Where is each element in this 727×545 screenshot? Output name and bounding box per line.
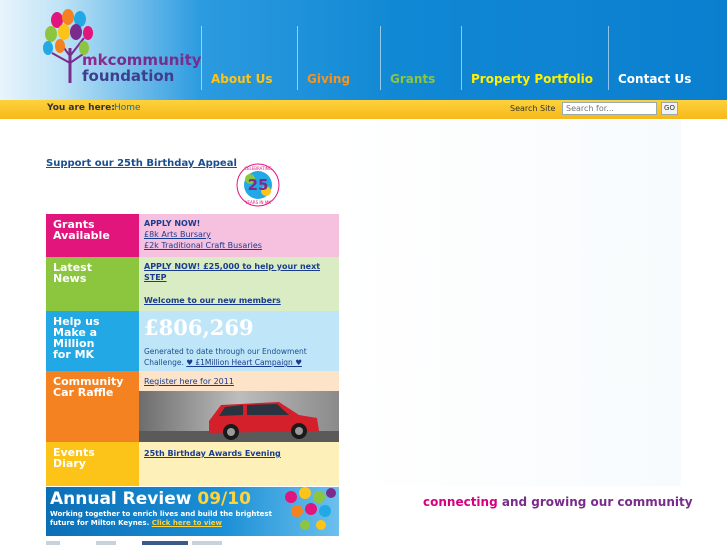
- news-step-link[interactable]: APPLY NOW! £25,000 to help your next STE…: [144, 261, 339, 283]
- endowment-amount: £806,269: [144, 315, 254, 340]
- nav-giving[interactable]: Giving: [297, 26, 380, 90]
- logo-text[interactable]: mkcommunity foundation: [82, 52, 202, 84]
- red-car-image-icon[interactable]: [139, 391, 339, 442]
- logo-line2: foundation: [82, 67, 175, 85]
- badge-text-bottom: YEARS IN MK: [244, 200, 271, 205]
- annual-review-line2: future for Milton Keynes.: [50, 519, 150, 527]
- nav-property-portfolio[interactable]: Property Portfolio: [461, 26, 608, 90]
- nav-about-us[interactable]: About Us: [201, 26, 297, 90]
- search-label: Search Site: [510, 104, 556, 113]
- bottom-partner-logos: [46, 541, 222, 545]
- grants-heading: APPLY NOW!: [144, 219, 201, 228]
- heart-campaign-link[interactable]: ♥ £1Million Heart Campaign ♥: [186, 358, 302, 367]
- 25th-birthday-badge-icon[interactable]: 25 CELEBRATING YEARS IN MK: [236, 163, 280, 207]
- search-go-button[interactable]: GO: [661, 102, 678, 115]
- make-a-million-tile[interactable]: Help us Make a Million for MK: [46, 311, 139, 371]
- grants-panel: APPLY NOW! £8k Arts Bursary £2k Traditio…: [139, 214, 339, 257]
- annual-review-line1: Working together to enrich lives and bui…: [50, 510, 272, 518]
- annual-review-banner[interactable]: Annual Review 09/10 Working together to …: [46, 487, 339, 536]
- news-panel: APPLY NOW! £25,000 to help your next STE…: [139, 257, 339, 311]
- events-panel: 25th Birthday Awards Evening: [139, 442, 339, 486]
- raffle-register-link[interactable]: Register here for 2011: [144, 376, 234, 387]
- nav-contact-us-label: Contact Us: [618, 72, 692, 86]
- annual-review-year: 09/10: [197, 489, 251, 509]
- grants-label-line2: Available: [53, 229, 110, 242]
- car-raffle-tile[interactable]: Community Car Raffle: [46, 371, 139, 442]
- annual-review-title: Annual Review: [50, 489, 192, 509]
- grants-available-tile[interactable]: Grants Available: [46, 214, 139, 257]
- craft-bursaries-link[interactable]: £2k Traditional Craft Busaries: [144, 240, 339, 251]
- annual-review-view-link[interactable]: Click here to view: [152, 519, 222, 527]
- nav-grants[interactable]: Grants: [380, 26, 461, 90]
- nav-giving-label: Giving: [307, 72, 351, 86]
- birthday-appeal-link[interactable]: Support our 25th Birthday Appeal: [46, 158, 237, 169]
- breadcrumb-label: You are here:: [47, 103, 115, 113]
- events-diary-tile[interactable]: Events Diary: [46, 442, 139, 486]
- breadcrumb-home-link[interactable]: Home: [114, 103, 141, 113]
- nav-property-portfolio-label: Property Portfolio: [471, 72, 593, 86]
- birthday-awards-link[interactable]: 25th Birthday Awards Evening: [144, 448, 339, 459]
- site-header: mkcommunity foundation About Us Giving G…: [0, 0, 727, 100]
- badge-text-top: CELEBRATING: [244, 166, 272, 171]
- badge-number: 25: [248, 176, 269, 194]
- tagline-part1: connecting: [423, 495, 498, 509]
- news-new-members-link[interactable]: Welcome to our new members: [144, 295, 339, 306]
- million-label-line4: for MK: [53, 348, 95, 361]
- events-label-line2: Diary: [53, 457, 86, 470]
- latest-news-tile[interactable]: Latest News: [46, 257, 139, 311]
- arts-bursary-link[interactable]: £8k Arts Bursary: [144, 229, 339, 240]
- content-panel: [345, 120, 681, 486]
- million-panel: £806,269 Generated to date through our E…: [139, 311, 339, 371]
- balloons-decoration-icon: [285, 487, 336, 530]
- nav-about-us-label: About Us: [211, 72, 273, 86]
- raffle-label-line2: Car Raffle: [53, 386, 114, 399]
- news-label-line2: News: [53, 272, 87, 285]
- raffle-panel: Register here for 2011: [139, 371, 339, 442]
- search-input[interactable]: [562, 102, 657, 115]
- tagline: connecting and growing our community: [423, 495, 693, 509]
- tagline-part2: and growing our community: [501, 495, 693, 509]
- breadcrumb-bar: You are here: Home Search Site GO: [0, 100, 727, 119]
- nav-grants-label: Grants: [390, 72, 436, 86]
- nav-contact-us[interactable]: Contact Us: [608, 26, 708, 90]
